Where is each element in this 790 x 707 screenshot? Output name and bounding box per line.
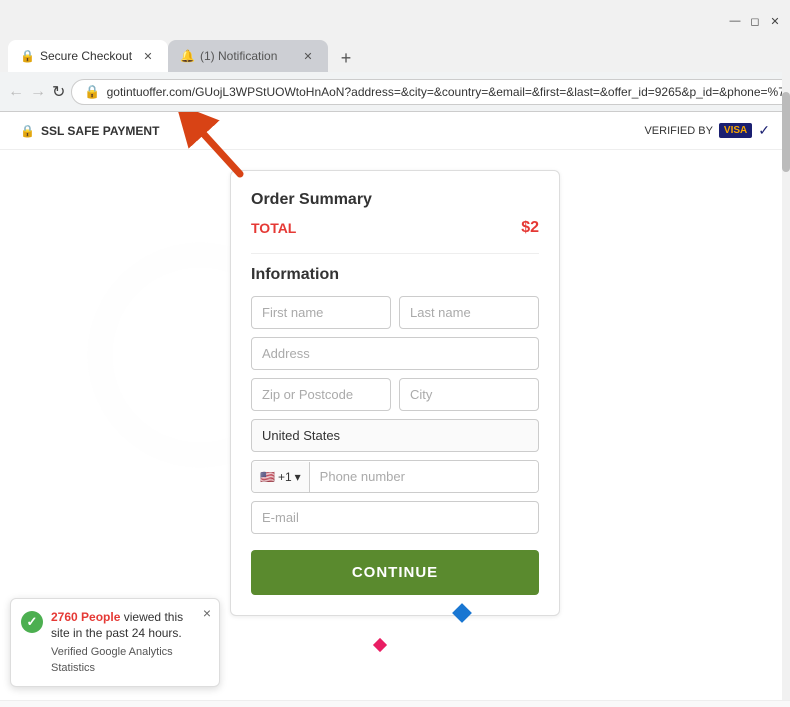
checkmark-icon: ✓ bbox=[758, 122, 770, 139]
pink-diamond-decoration bbox=[373, 638, 387, 652]
new-tab-button[interactable]: + bbox=[332, 44, 360, 72]
address-row bbox=[251, 337, 539, 370]
people-count: 2760 People bbox=[51, 610, 124, 624]
ssl-label: SSL SAFE PAYMENT bbox=[41, 124, 159, 138]
info-section: Information United States bbox=[251, 266, 539, 595]
close-btn[interactable]: ✕ bbox=[768, 14, 782, 28]
zip-input[interactable] bbox=[251, 378, 391, 411]
browser-chrome: — ◻ ✕ 🔒 Secure Checkout ✕ 🔔 (1) Notifica… bbox=[0, 0, 790, 112]
email-row bbox=[251, 501, 539, 534]
tab-secure-checkout[interactable]: 🔒 Secure Checkout ✕ bbox=[8, 40, 168, 72]
forward-button[interactable]: → bbox=[30, 78, 46, 106]
lock-icon: 🔒 bbox=[84, 84, 100, 100]
continue-button[interactable]: CONTINUE bbox=[251, 550, 539, 595]
address-input[interactable] bbox=[251, 337, 539, 370]
back-button[interactable]: ← bbox=[8, 78, 24, 106]
name-row bbox=[251, 296, 539, 329]
email-input[interactable] bbox=[251, 501, 539, 534]
nav-bar: ← → ↻ 🔒 gotintuoffer.com/GUojL3WPStUOWto… bbox=[0, 72, 790, 112]
scrollbar-thumb[interactable] bbox=[782, 92, 790, 172]
country-select[interactable]: United States bbox=[251, 419, 539, 452]
tab-close-2[interactable]: ✕ bbox=[300, 48, 316, 64]
flag-emoji: 🇺🇸 bbox=[260, 470, 275, 484]
tab-notification[interactable]: 🔔 (1) Notification ✕ bbox=[168, 40, 328, 72]
lock-ssl-icon: 🔒 bbox=[20, 124, 35, 138]
ssl-header: 🔒 SSL SAFE PAYMENT VERIFIED BY VISA ✓ bbox=[0, 112, 790, 150]
scrollbar[interactable] bbox=[782, 72, 790, 707]
popup-verified-text: Verified Google Analytics Statistics bbox=[51, 645, 189, 676]
total-label: TOTAL bbox=[251, 220, 296, 236]
dropdown-icon: ▾ bbox=[295, 470, 301, 484]
total-value: $2 bbox=[521, 219, 539, 237]
tabs-row: 🔒 Secure Checkout ✕ 🔔 (1) Notification ✕… bbox=[0, 36, 790, 72]
popup-checkmark-icon bbox=[21, 611, 43, 633]
form-card: Order Summary TOTAL $2 Information bbox=[230, 170, 560, 616]
city-input[interactable] bbox=[399, 378, 539, 411]
window-controls: — ◻ ✕ bbox=[728, 14, 782, 28]
visa-logo: VISA bbox=[719, 123, 752, 138]
title-bar: — ◻ ✕ bbox=[0, 0, 790, 36]
country-row: United States bbox=[251, 419, 539, 452]
phone-input[interactable] bbox=[310, 461, 538, 492]
verified-right: VERIFIED BY VISA ✓ bbox=[644, 122, 770, 139]
page-content: 🔒 SSL SAFE PAYMENT VERIFIED BY VISA ✓ TM bbox=[0, 112, 790, 707]
address-bar[interactable]: 🔒 gotintuoffer.com/GUojL3WPStUOWtoHnAoN?… bbox=[71, 79, 790, 105]
information-title: Information bbox=[251, 266, 539, 284]
last-name-input[interactable] bbox=[399, 296, 539, 329]
popup-close-button[interactable]: × bbox=[203, 605, 211, 621]
tab-favicon-1: 🔒 bbox=[20, 49, 34, 63]
ssl-left: 🔒 SSL SAFE PAYMENT bbox=[20, 124, 159, 138]
notification-popup: × 2760 People viewed this site in the pa… bbox=[10, 598, 220, 687]
minimize-btn[interactable]: — bbox=[728, 14, 742, 28]
phone-row: 🇺🇸 +1 ▾ bbox=[251, 460, 539, 493]
restore-btn[interactable]: ◻ bbox=[748, 14, 762, 28]
address-url: gotintuoffer.com/GUojL3WPStUOWtoHnAoN?ad… bbox=[107, 85, 790, 99]
zip-city-row bbox=[251, 378, 539, 411]
about-section: ABOUT OUR SHOPPING EXPERIENCE bbox=[0, 700, 790, 707]
tab-title-2: (1) Notification bbox=[200, 49, 277, 63]
order-summary-title: Order Summary bbox=[251, 191, 539, 209]
verified-label: VERIFIED BY bbox=[644, 125, 712, 137]
section-divider bbox=[251, 253, 539, 254]
order-summary: Order Summary TOTAL $2 bbox=[251, 191, 539, 237]
reload-button[interactable]: ↻ bbox=[52, 78, 65, 106]
phone-flag[interactable]: 🇺🇸 +1 ▾ bbox=[252, 462, 310, 492]
tab-close-1[interactable]: ✕ bbox=[140, 48, 156, 64]
popup-text: 2760 People viewed this site in the past… bbox=[51, 609, 189, 676]
phone-code: +1 bbox=[278, 470, 292, 484]
tab-title-1: Secure Checkout bbox=[40, 49, 132, 63]
total-row: TOTAL $2 bbox=[251, 219, 539, 237]
tab-favicon-2: 🔔 bbox=[180, 49, 194, 63]
first-name-input[interactable] bbox=[251, 296, 391, 329]
